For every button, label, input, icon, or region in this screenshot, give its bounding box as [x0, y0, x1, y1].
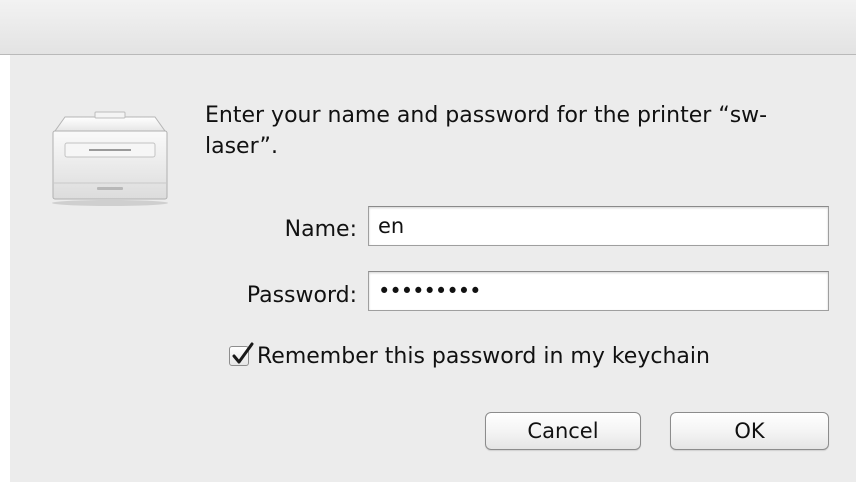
- cancel-button[interactable]: Cancel: [485, 412, 641, 450]
- remember-checkbox-label: Remember this password in my keychain: [257, 343, 710, 369]
- printer-auth-dialog: Enter your name and password for the pri…: [0, 0, 856, 482]
- checkmark-icon: [232, 342, 254, 364]
- printer-icon: [49, 109, 171, 207]
- name-label: Name:: [284, 217, 357, 242]
- remember-checkbox[interactable]: [229, 342, 254, 366]
- window-title-bar: [0, 0, 856, 55]
- remember-checkbox-row[interactable]: Remember this password in my keychain: [229, 341, 710, 371]
- password-label: Password:: [246, 283, 357, 308]
- dialog-message: Enter your name and password for the pri…: [205, 103, 768, 159]
- ok-button[interactable]: OK: [670, 412, 829, 450]
- name-field[interactable]: [368, 206, 829, 246]
- password-field[interactable]: •••••••••: [368, 271, 829, 311]
